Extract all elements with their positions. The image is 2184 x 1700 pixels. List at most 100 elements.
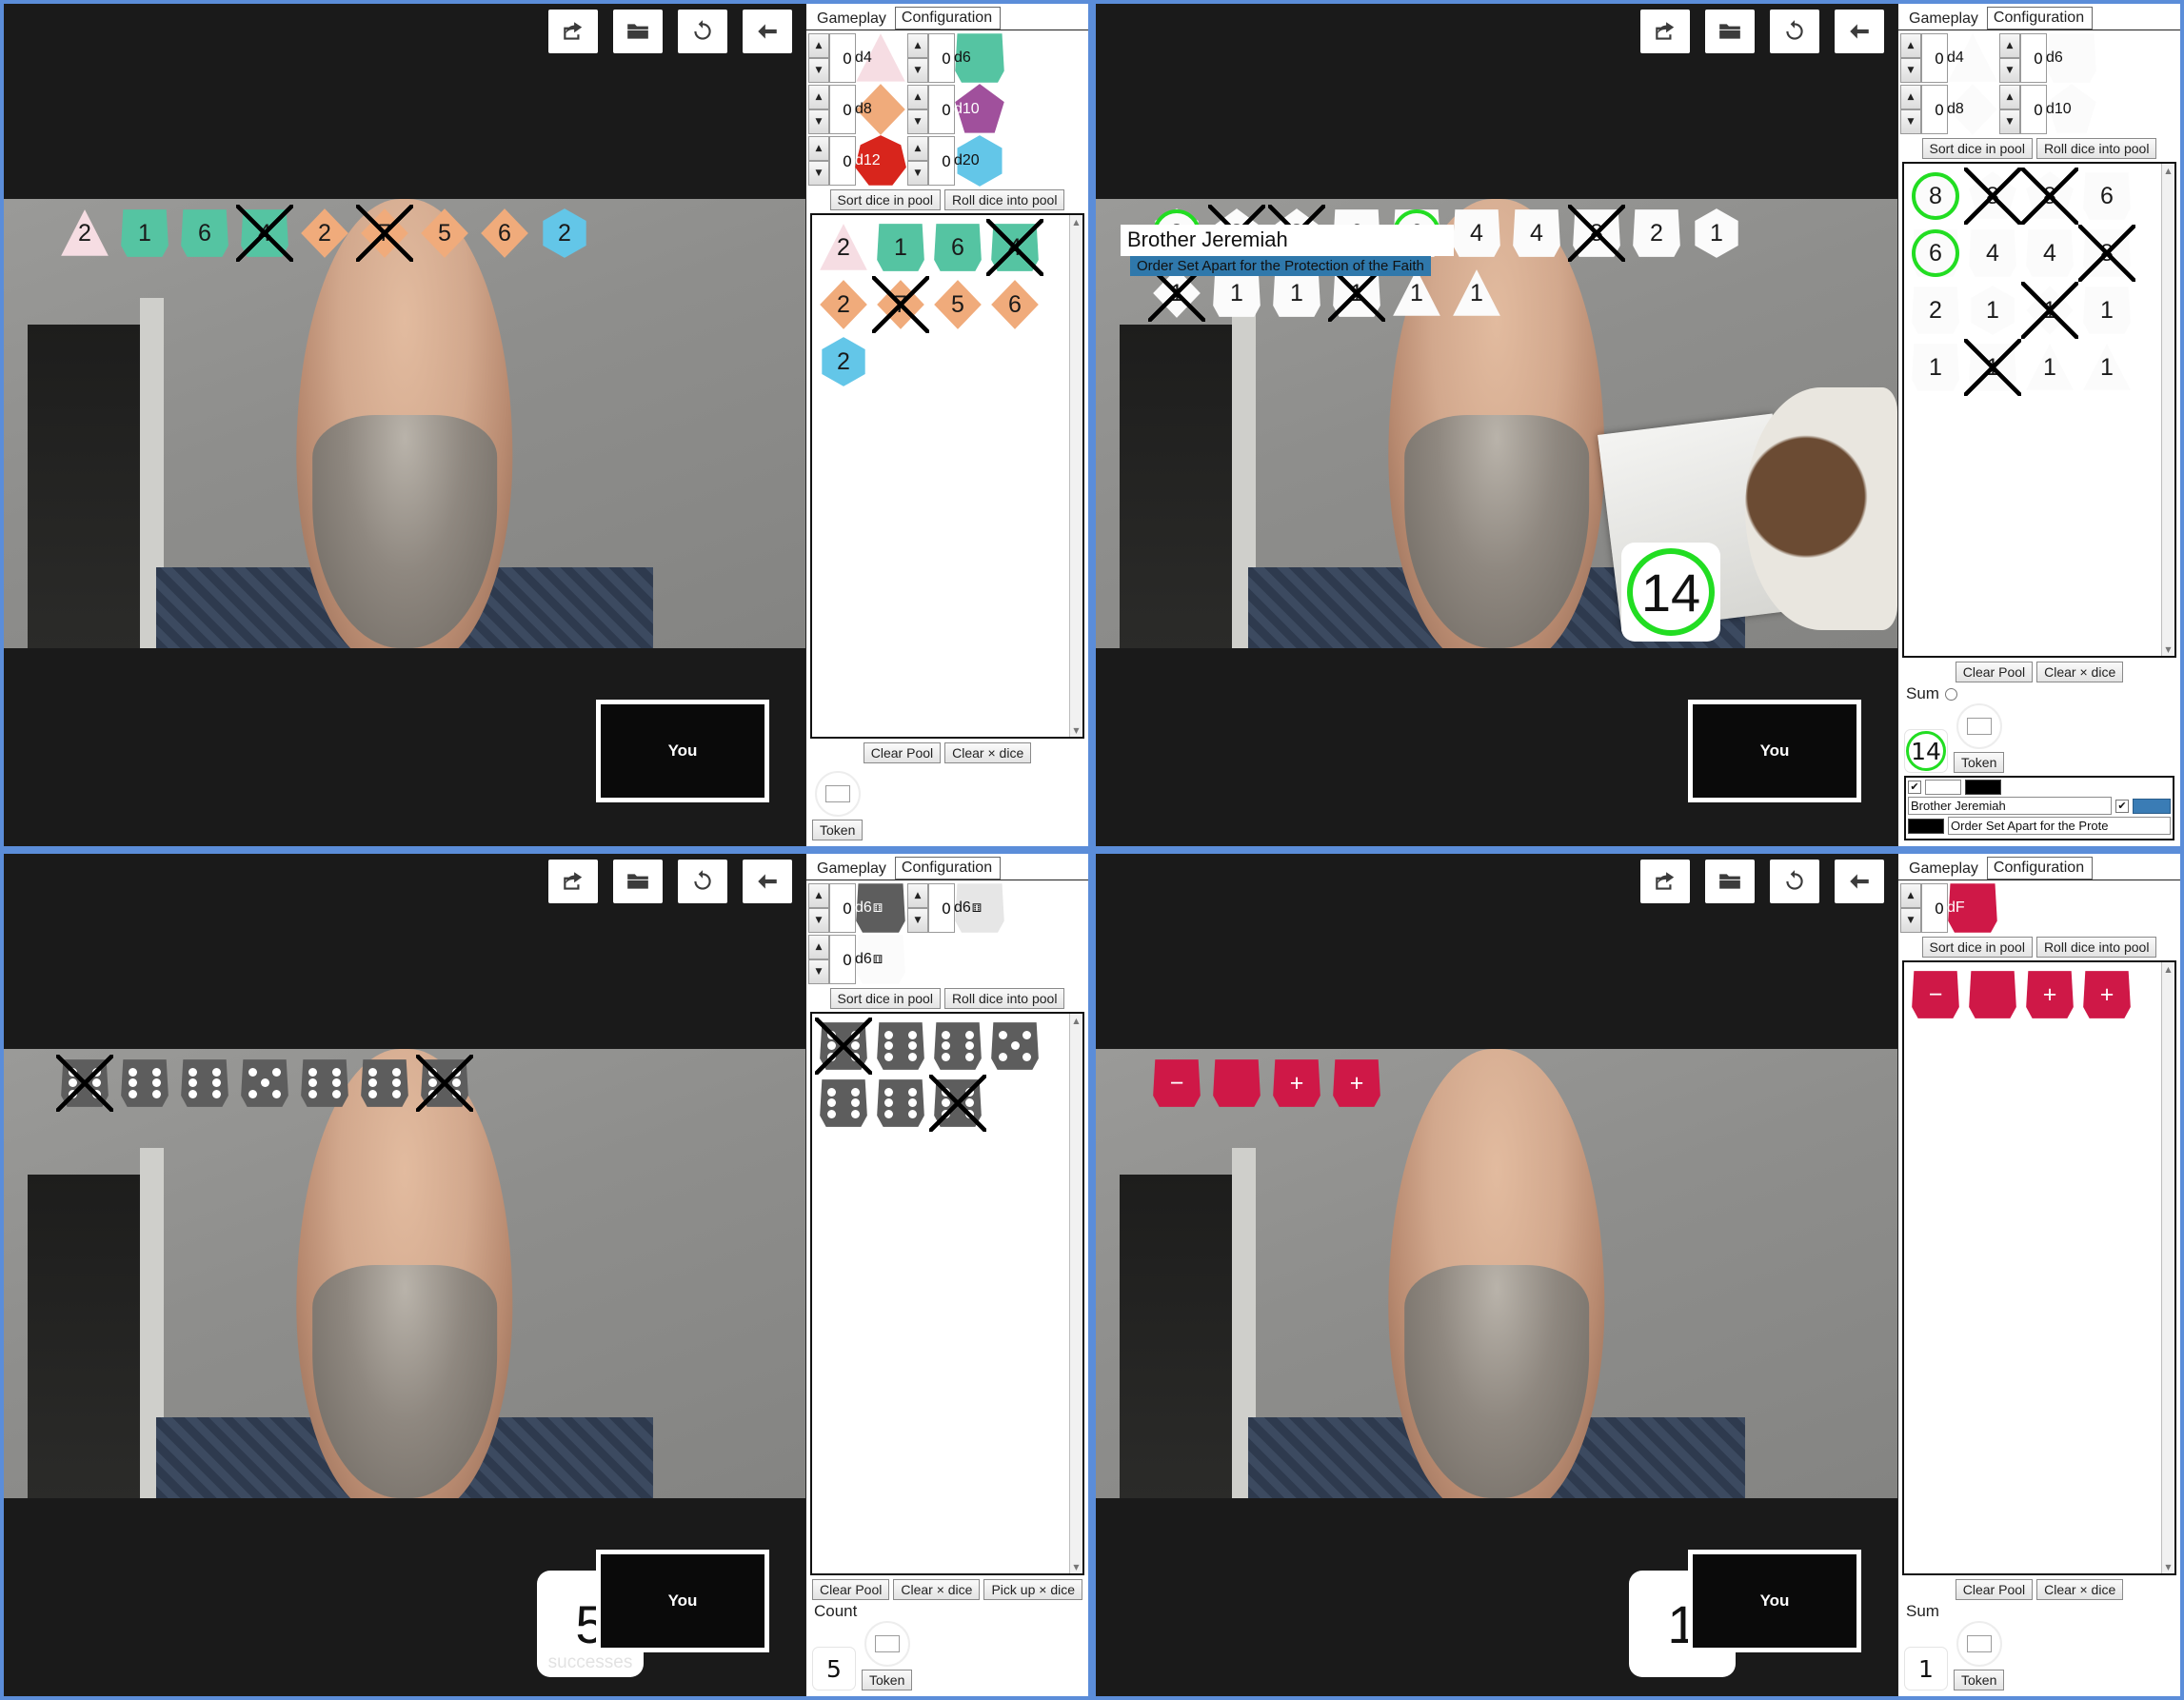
die[interactable]: 5 [419,208,470,259]
die[interactable] [875,1020,926,1072]
spinner-arrows[interactable]: ▲ ▼ [907,136,928,186]
die[interactable] [416,1055,473,1112]
pool-action-button-0[interactable]: Clear Pool [1955,662,2034,682]
share-icon[interactable] [1640,860,1690,903]
dice-pool[interactable]: − + + ▲ ▼ [1902,960,2176,1575]
nameplate-name-input[interactable]: Brother Jeremiah [1908,797,2112,815]
tab-gameplay[interactable]: Gameplay [810,858,895,880]
die[interactable] [359,1058,410,1109]
spinner-up-button[interactable]: ▲ [907,85,928,109]
pool-scrollbar[interactable]: ▲ ▼ [2161,962,2174,1573]
token-control[interactable]: Token [862,1621,913,1690]
subtitle-color-swatch[interactable] [2133,798,2171,814]
back-arrow-icon[interactable] [1835,860,1884,903]
die[interactable]: 2 [818,336,869,387]
dice-spinner-d8[interactable]: ▲ ▼ 0 d8 [1900,84,1997,135]
die[interactable] [932,1020,983,1072]
tab-configuration[interactable]: Configuration [1986,857,2094,880]
dice-pool[interactable]: 8 8 8 6 6 4 4 8 2 1 1 1 1 1 1 1 ▲ ▼ [1902,162,2176,658]
token-button[interactable]: Token [1954,752,2005,773]
die[interactable]: 2 [1910,285,1961,336]
die[interactable] [1967,969,2018,1020]
die[interactable] [929,1075,986,1132]
spinner-down-button[interactable]: ▼ [808,161,829,186]
spinner-down-button[interactable]: ▼ [907,58,928,83]
tab-configuration[interactable]: Configuration [1986,7,2094,30]
die[interactable]: 4 [2024,227,2075,279]
subtitle-text-color-swatch[interactable] [1908,818,1944,834]
dice-pool[interactable]: 2 1 6 4 2 7 5 6 2 ▲ ▼ [810,213,1084,739]
spinner-up-button[interactable]: ▲ [1999,85,2020,109]
die[interactable]: 1 [2021,282,2078,339]
die[interactable]: + [1331,1058,1382,1109]
dice-spinner-d10[interactable]: ▲ ▼ 0 d10 [907,84,1004,134]
tab-gameplay[interactable]: Gameplay [810,8,895,30]
die[interactable]: 1 [1691,208,1742,259]
die[interactable]: 1 [119,208,170,259]
die[interactable] [875,1077,926,1129]
spinner-up-button[interactable]: ▲ [907,883,928,908]
die[interactable]: 4 [1451,208,1502,259]
spinner-value[interactable]: 0 [829,935,856,984]
token-control[interactable]: Token [812,771,864,840]
spinner-arrows[interactable]: ▲ ▼ [808,136,829,186]
die[interactable]: 6 [179,208,230,259]
spinner-down-button[interactable]: ▼ [1900,109,1921,134]
dice-spinner-dF[interactable]: ▲ ▼ 0 dF [1900,883,1997,933]
folder-icon[interactable] [613,860,663,903]
roll-dice-button[interactable]: Roll dice into pool [2035,937,2157,958]
refresh-icon[interactable] [678,10,727,53]
die[interactable]: 4 [1967,227,2018,279]
spinner-arrows[interactable]: ▲ ▼ [1900,85,1921,134]
die[interactable]: 1 [1964,339,2021,396]
die[interactable]: 5 [932,279,983,330]
nameplate-bg-color-swatch[interactable] [1925,780,1961,795]
self-view[interactable]: You [1688,700,1861,802]
spinner-up-button[interactable]: ▲ [808,136,829,161]
pool-action-button-0[interactable]: Clear Pool [863,742,942,763]
spinner-down-button[interactable]: ▼ [808,58,829,83]
dice-spinner-d10[interactable]: ▲ ▼ 0 d10 [1999,84,2096,134]
die[interactable]: 1 [1967,285,2018,336]
spinner-arrows[interactable]: ▲ ▼ [808,33,829,83]
spinner-value[interactable]: 0 [829,136,856,186]
self-view[interactable]: You [1688,1550,1861,1652]
spinner-arrows[interactable]: ▲ ▼ [907,883,928,933]
spinner-up-button[interactable]: ▲ [907,136,928,161]
dice-spinner-d4[interactable]: ▲ ▼ 0 d4 [1900,33,1997,83]
share-icon[interactable] [548,10,598,53]
die[interactable]: 1 [875,222,926,273]
die[interactable]: 1 [2024,342,2075,393]
die[interactable]: 2 [539,208,590,259]
spinner-arrows[interactable]: ▲ ▼ [1999,85,2020,134]
die[interactable]: 2 [59,208,110,259]
roll-dice-button[interactable]: Roll dice into pool [2035,138,2157,159]
dice-spinner-d20[interactable]: ▲ ▼ 0 d20 [907,135,1003,187]
spinner-arrows[interactable]: ▲ ▼ [1900,33,1921,83]
dice-spinner-d6[interactable]: ▲ ▼ 0 d6⚅ [907,883,1004,933]
die[interactable]: + [2024,969,2075,1020]
spinner-arrows[interactable]: ▲ ▼ [907,85,928,134]
die[interactable] [56,1055,113,1112]
spinner-down-button[interactable]: ▼ [907,908,928,933]
die[interactable]: 1 [2081,342,2133,393]
tab-gameplay[interactable]: Gameplay [1902,8,1987,30]
pool-action-button-2[interactable]: Pick up × dice [983,1579,1083,1600]
nameplate-subtitle-input[interactable]: Order Set Apart for the Prote [1948,817,2171,835]
pool-action-button-0[interactable]: Clear Pool [1955,1579,2034,1600]
spinner-value[interactable]: 0 [1921,883,1948,933]
spinner-value[interactable]: 0 [928,85,955,134]
die[interactable]: 1 [1910,342,1961,393]
token-button[interactable]: Token [1954,1670,2005,1690]
back-arrow-icon[interactable] [743,10,792,53]
sort-dice-button[interactable]: Sort dice in pool [1921,138,2033,159]
die[interactable]: 8 [2078,225,2135,282]
spinner-up-button[interactable]: ▲ [1900,883,1921,908]
spinner-down-button[interactable]: ▼ [1900,58,1921,83]
subtitle-enabled-checkbox[interactable]: ✔ [2115,799,2129,813]
sort-dice-button[interactable]: Sort dice in pool [1921,937,2033,958]
folder-icon[interactable] [613,10,663,53]
token-button[interactable]: Token [862,1670,913,1690]
die[interactable]: 1 [1451,267,1502,319]
spinner-arrows[interactable]: ▲ ▼ [808,85,829,134]
